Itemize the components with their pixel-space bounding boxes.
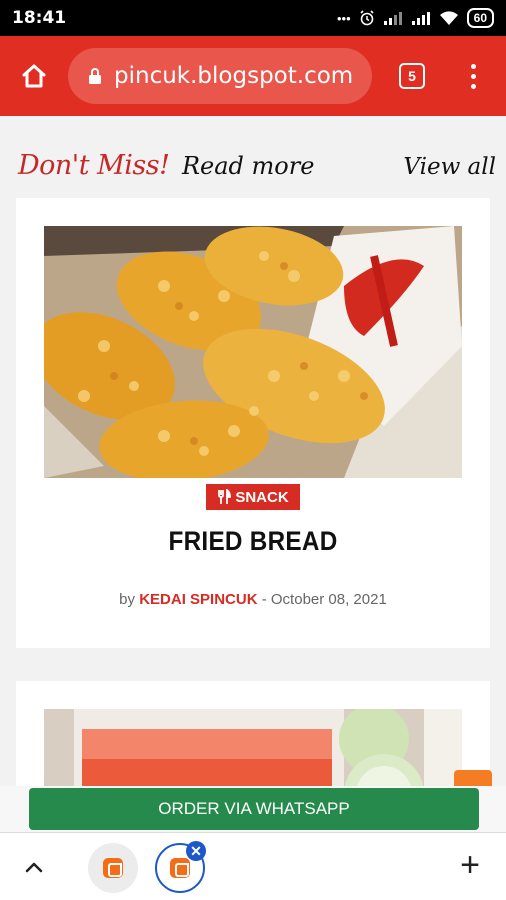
overflow-menu-button[interactable] <box>444 36 502 116</box>
tab-count: 5 <box>408 68 416 84</box>
url-text: pincuk.blogspot.com <box>114 63 354 89</box>
section-header: Don't Miss! Read more View all <box>18 150 496 181</box>
status-bar: 18:41 ••• 60 <box>0 0 506 36</box>
post-thumbnail[interactable] <box>44 226 462 478</box>
notification-dots: ••• <box>336 10 351 26</box>
category-label: SNACK <box>235 488 289 506</box>
status-icons: ••• 60 <box>337 8 494 28</box>
post-meta: by KEDAI SPINCUK - October 08, 2021 <box>16 591 490 608</box>
post-title[interactable]: FRIED BREAD <box>40 526 467 557</box>
order-whatsapp-button[interactable]: ORDER VIA WHATSAPP <box>29 788 479 830</box>
post-date: October 08, 2021 <box>270 591 387 608</box>
plus-icon: + <box>460 846 480 884</box>
home-icon <box>22 64 46 88</box>
category-badge[interactable]: SNACK <box>206 484 300 510</box>
section-title: Don't Miss! <box>18 150 170 181</box>
more-vert-icon <box>470 63 476 69</box>
post-thumbnail[interactable] <box>44 709 462 786</box>
web-page: Don't Miss! Read more View all SNACK FRI… <box>0 116 506 786</box>
tab-thumbnail[interactable] <box>88 843 138 893</box>
section-subtitle: Read more <box>181 152 315 180</box>
view-all-link[interactable]: View all <box>403 154 496 180</box>
close-tab-button[interactable]: ✕ <box>186 841 206 861</box>
wifi-icon <box>439 10 458 25</box>
browser-toolbar: pincuk.blogspot.com 5 <box>0 36 506 116</box>
date-separator: - <box>257 591 271 608</box>
home-button[interactable] <box>0 36 68 116</box>
author-link[interactable]: KEDAI SPINCUK <box>139 591 257 608</box>
blogger-icon <box>170 858 190 878</box>
lock-icon <box>89 68 101 84</box>
tabs-icon: 5 <box>399 63 425 89</box>
close-icon: ✕ <box>190 843 202 859</box>
bottom-tab-strip: ✕ + <box>0 832 506 900</box>
tab-switcher-button[interactable]: 5 <box>380 36 444 116</box>
post-card[interactable] <box>16 681 490 786</box>
signal-icon <box>383 12 402 25</box>
battery-icon: 60 <box>466 8 494 28</box>
fork-knife-icon <box>218 489 232 504</box>
post-card[interactable]: SNACK FRIED BREAD by KEDAI SPINCUK - Oct… <box>16 198 490 648</box>
address-bar[interactable]: pincuk.blogspot.com <box>68 48 372 104</box>
signal-icon <box>411 12 430 25</box>
scroll-top-button[interactable] <box>454 770 492 786</box>
by-label: by <box>119 591 136 608</box>
whatsapp-bar: ORDER VIA WHATSAPP <box>0 786 506 832</box>
chevron-up-icon <box>25 862 43 873</box>
expand-tabs-button[interactable] <box>20 853 48 881</box>
battery-level: 60 <box>473 11 487 25</box>
blogger-icon <box>103 858 123 878</box>
status-time: 18:41 <box>12 8 67 28</box>
alarm-icon <box>360 10 374 26</box>
new-tab-button[interactable]: + <box>454 846 486 884</box>
